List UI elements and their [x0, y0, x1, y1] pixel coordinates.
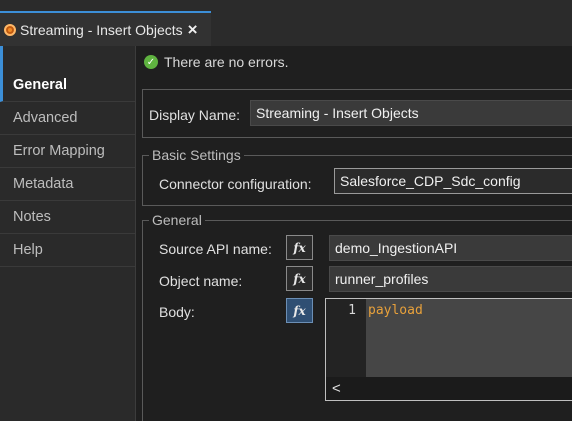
close-icon[interactable]: × [188, 21, 198, 38]
editor-tabstrip: Streaming - Insert Objects × [0, 0, 572, 46]
properties-content: ✓ There are no errors. Display Name: Str… [136, 46, 572, 421]
object-name-fx-toggle[interactable]: fx [286, 266, 313, 291]
body-label: Body: [159, 304, 195, 320]
nav-item-advanced[interactable]: Advanced [0, 102, 135, 135]
body-expression-editor[interactable]: 1 payload < [325, 298, 572, 401]
horizontal-scrollbar[interactable]: < [326, 377, 572, 400]
line-number-gutter: 1 [326, 299, 366, 377]
display-name-label: Display Name: [149, 107, 241, 123]
validation-status: ✓ There are no errors. [144, 54, 289, 70]
source-api-input[interactable]: demo_IngestionAPI [329, 235, 572, 261]
nav-item-metadata[interactable]: Metadata [0, 168, 135, 201]
general-legend: General [149, 211, 205, 229]
connector-config-select[interactable]: Salesforce_CDP_Sdc_config [334, 168, 572, 194]
nav-item-help[interactable]: Help [0, 234, 135, 267]
display-name-input[interactable]: Streaming - Insert Objects [250, 100, 572, 126]
status-message: There are no errors. [164, 54, 289, 70]
properties-nav: General Advanced Error Mapping Metadata … [0, 46, 136, 421]
display-name-panel: Display Name: Streaming - Insert Objects [142, 89, 572, 138]
body-expression-code[interactable]: payload [366, 299, 572, 377]
tab-streaming-insert-objects[interactable]: Streaming - Insert Objects × [0, 11, 211, 46]
connector-config-label: Connector configuration: [159, 176, 312, 192]
mule-operation-icon [4, 23, 16, 36]
check-circle-icon: ✓ [144, 55, 158, 69]
nav-item-general[interactable]: General [0, 46, 135, 102]
basic-settings-legend: Basic Settings [149, 146, 244, 164]
source-api-label: Source API name: [159, 241, 272, 257]
basic-settings-group: Basic Settings Connector configuration: … [142, 146, 572, 206]
source-api-fx-toggle[interactable]: fx [286, 235, 313, 260]
tab-title: Streaming - Insert Objects [20, 21, 183, 38]
scroll-left-icon[interactable]: < [332, 380, 341, 397]
nav-item-notes[interactable]: Notes [0, 201, 135, 234]
object-name-label: Object name: [159, 273, 243, 289]
body-fx-toggle[interactable]: fx [286, 298, 313, 323]
object-name-input[interactable]: runner_profiles [329, 266, 572, 292]
nav-item-error-mapping[interactable]: Error Mapping [0, 135, 135, 168]
